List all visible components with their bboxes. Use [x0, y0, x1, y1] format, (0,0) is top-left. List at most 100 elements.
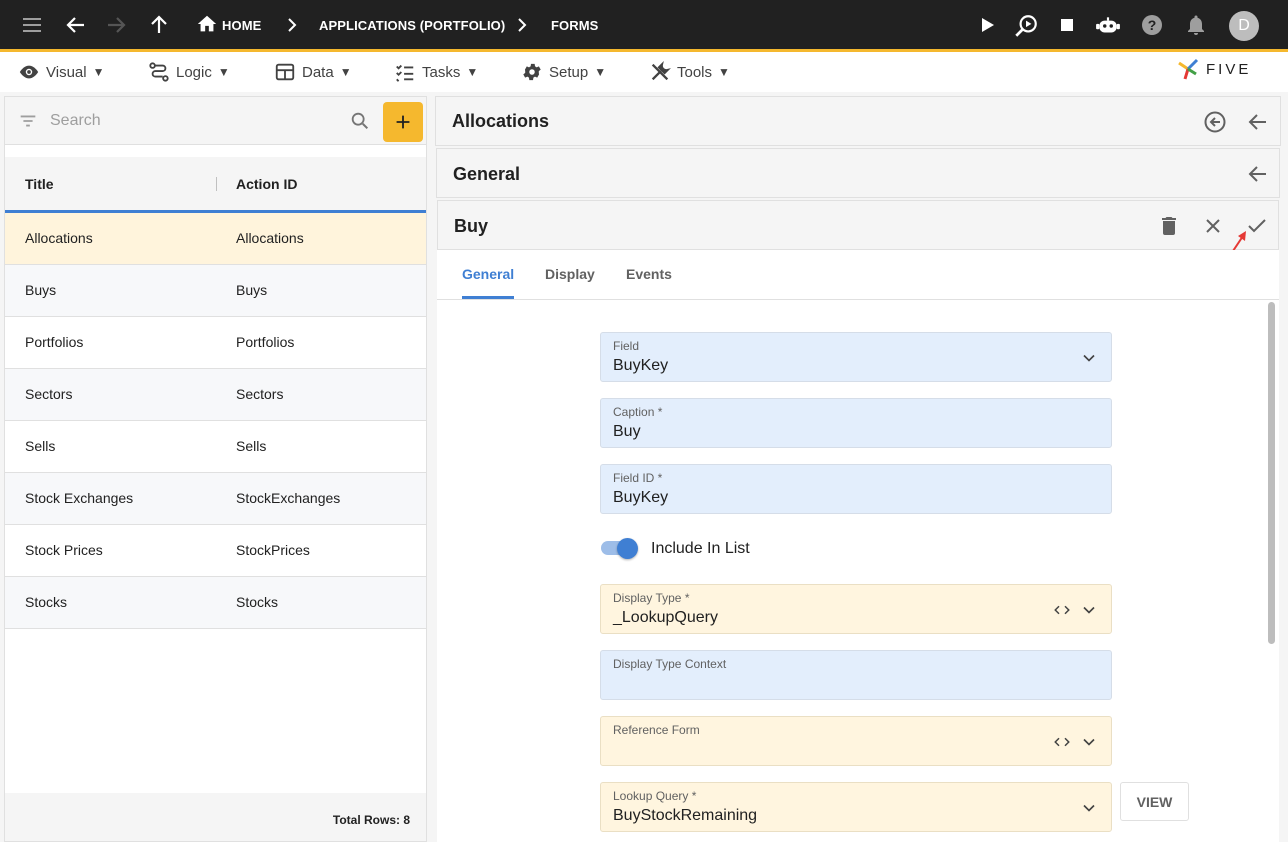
- table-row[interactable]: Allocations Allocations: [5, 213, 426, 265]
- menu-tools[interactable]: Tools ▼: [649, 61, 730, 83]
- reference-form-label: Reference Form: [613, 723, 700, 737]
- table-row[interactable]: Stock Prices StockPrices: [5, 525, 426, 577]
- avatar[interactable]: D: [1229, 11, 1259, 41]
- dropdown-arrow-icon: ▼: [92, 65, 105, 79]
- menu-setup[interactable]: Setup ▼: [521, 61, 606, 83]
- cell-title: Sectors: [25, 386, 73, 402]
- cell-title: Portfolios: [25, 334, 84, 350]
- chevron-right-icon: [510, 13, 534, 37]
- table-body: Allocations Allocations Buys Buys Portfo…: [5, 213, 426, 629]
- svg-text:?: ?: [1148, 17, 1157, 33]
- chatbot-icon[interactable]: [1095, 13, 1120, 37]
- search-icon[interactable]: [349, 110, 371, 132]
- search-bar: Search: [5, 97, 426, 145]
- back-circle-icon[interactable]: [1203, 110, 1227, 134]
- dropdown-arrow-icon: ▼: [339, 65, 352, 79]
- help-icon[interactable]: ?: [1140, 13, 1164, 37]
- bell-icon[interactable]: [1184, 13, 1208, 37]
- cell-title: Stock Exchanges: [25, 490, 134, 506]
- table-row[interactable]: Sectors Sectors: [5, 369, 426, 421]
- caption-field[interactable]: Caption * Buy: [600, 398, 1112, 448]
- breadcrumb-applications[interactable]: APPLICATIONS (PORTFOLIO): [319, 18, 505, 33]
- table-row[interactable]: Stocks Stocks: [5, 577, 426, 629]
- delete-icon[interactable]: [1157, 214, 1181, 238]
- chevron-right-icon: [280, 13, 304, 37]
- display-type-select[interactable]: Display Type * _LookupQuery: [600, 584, 1112, 634]
- chevron-down-icon[interactable]: [1079, 348, 1099, 368]
- table-icon: [275, 63, 295, 81]
- view-button[interactable]: VIEW: [1120, 782, 1189, 821]
- scrollbar-thumb[interactable]: [1268, 302, 1275, 644]
- cell-title: Buys: [25, 282, 57, 298]
- menu-visual[interactable]: Visual ▼: [18, 61, 104, 83]
- toggle-knob[interactable]: [617, 538, 638, 559]
- lookup-query-select[interactable]: Lookup Query * BuyStockRemaining: [600, 782, 1112, 832]
- breadcrumb-home[interactable]: HOME: [222, 18, 261, 33]
- allocations-title: Allocations: [452, 111, 550, 131]
- field-select[interactable]: Field BuyKey: [600, 332, 1112, 382]
- search-input[interactable]: Search: [50, 112, 101, 130]
- home-icon[interactable]: [196, 13, 220, 37]
- table-row[interactable]: Buys Buys: [5, 265, 426, 317]
- display-type-context-field[interactable]: Display Type Context: [600, 650, 1112, 700]
- field-id-field[interactable]: Field ID * BuyKey: [600, 464, 1112, 514]
- cell-action-id: StockExchanges: [236, 490, 341, 506]
- table-row[interactable]: Portfolios Portfolios: [5, 317, 426, 369]
- column-divider: [216, 177, 217, 191]
- tab-events[interactable]: Events: [626, 266, 672, 282]
- tab-display[interactable]: Display: [545, 266, 595, 282]
- menu-logic[interactable]: Logic ▼: [148, 61, 230, 83]
- cell-title: Stock Prices: [25, 542, 103, 558]
- logic-icon: [149, 62, 169, 82]
- menu-icon[interactable]: [20, 13, 44, 37]
- back-arrow-icon[interactable]: [1246, 162, 1270, 186]
- chevron-down-icon[interactable]: [1079, 732, 1099, 752]
- play-icon[interactable]: [975, 13, 999, 37]
- back-arrow-icon[interactable]: [64, 13, 88, 37]
- code-icon[interactable]: [1053, 733, 1071, 751]
- eye-icon: [19, 65, 39, 79]
- menu-data-label: Data: [302, 63, 334, 81]
- column-header-title[interactable]: Title: [25, 176, 54, 192]
- stop-icon[interactable]: [1055, 13, 1079, 37]
- field-id-label: Field ID *: [613, 471, 663, 485]
- breadcrumb-forms[interactable]: FORMS: [551, 18, 598, 33]
- table-row[interactable]: Sells Sells: [5, 421, 426, 473]
- top-app-bar: HOME APPLICATIONS (PORTFOLIO) FORMS ? D: [0, 0, 1288, 52]
- logo-text: FIVE: [1206, 60, 1252, 78]
- cell-action-id: StockPrices: [236, 542, 310, 558]
- menu-tasks[interactable]: Tasks ▼: [394, 61, 478, 83]
- display-type-label: Display Type *: [613, 591, 690, 605]
- cell-action-id: Sectors: [236, 386, 284, 402]
- chevron-down-icon[interactable]: [1079, 798, 1099, 818]
- debug-search-icon[interactable]: [1013, 13, 1037, 37]
- general-title: General: [453, 164, 521, 184]
- dropdown-arrow-icon: ▼: [466, 65, 479, 79]
- menu-data[interactable]: Data ▼: [274, 61, 352, 83]
- five-logo-icon: [1178, 58, 1199, 80]
- display-type-value: _LookupQuery: [613, 609, 718, 626]
- up-arrow-icon[interactable]: [147, 13, 171, 37]
- add-button[interactable]: [383, 102, 423, 142]
- dropdown-arrow-icon: ▼: [718, 65, 730, 79]
- reference-form-select[interactable]: Reference Form: [600, 716, 1112, 766]
- column-header-action-id[interactable]: Action ID: [236, 176, 297, 192]
- back-arrow-icon[interactable]: [1246, 110, 1270, 134]
- chevron-down-icon[interactable]: [1079, 600, 1099, 620]
- allocations-panel-header: Allocations: [435, 96, 1281, 146]
- table-header: Title Action ID: [5, 157, 426, 213]
- table-row[interactable]: Stock Exchanges StockExchanges: [5, 473, 426, 525]
- menu-bar: Visual ▼ Logic ▼ Data ▼ Tasks ▼ Setup ▼ …: [0, 52, 1288, 92]
- menu-setup-label: Setup: [549, 63, 589, 81]
- record-title: Buy: [454, 216, 489, 236]
- table-footer: Total Rows: 8: [5, 793, 426, 841]
- tab-general[interactable]: General: [462, 266, 514, 282]
- forward-arrow-icon[interactable]: [104, 13, 128, 37]
- filter-icon[interactable]: [17, 110, 39, 132]
- five-logo: FIVE: [1176, 57, 1251, 81]
- cell-title: Allocations: [25, 230, 93, 246]
- menu-tasks-label: Tasks: [422, 63, 461, 81]
- cell-action-id: Portfolios: [236, 334, 295, 350]
- code-icon[interactable]: [1053, 601, 1071, 619]
- close-icon[interactable]: [1201, 214, 1225, 238]
